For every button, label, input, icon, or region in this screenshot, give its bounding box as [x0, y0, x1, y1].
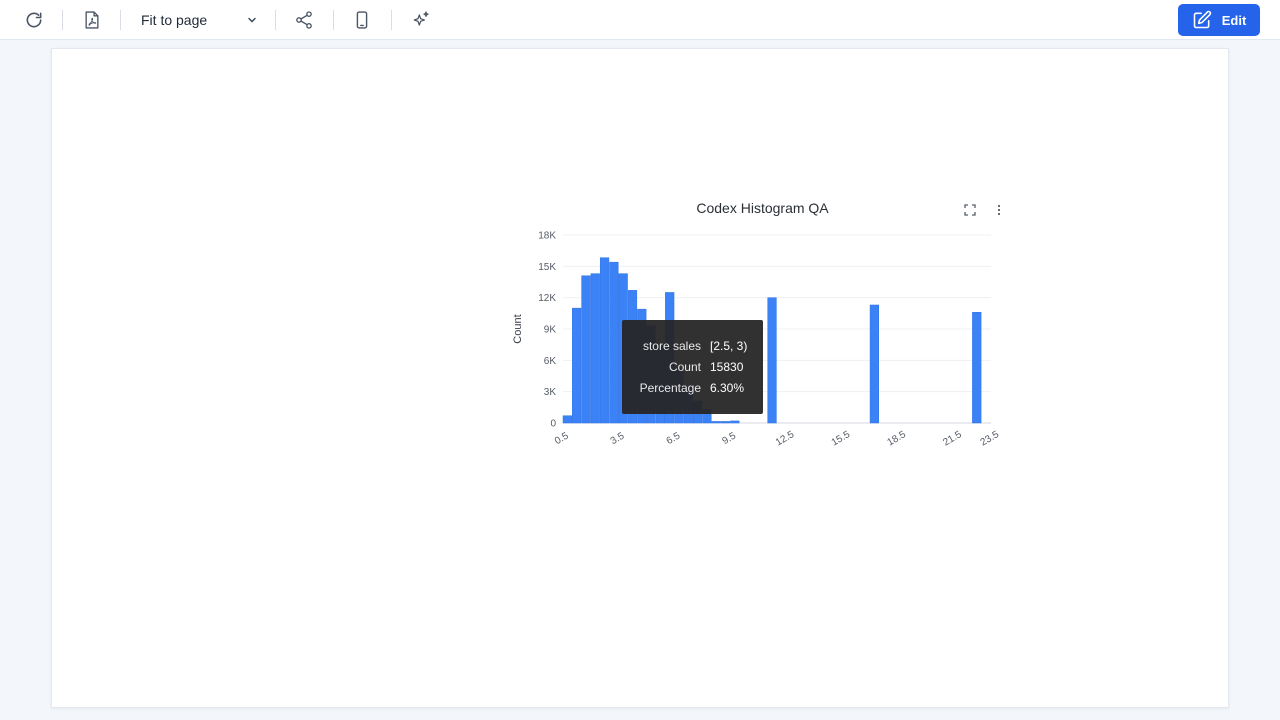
tooltip-label: Count [668, 360, 701, 374]
histogram-bar[interactable] [581, 275, 591, 424]
y-axis-title: Count [512, 314, 524, 343]
y-tick-label: 3K [544, 387, 557, 398]
tooltip-value: 15830 [710, 360, 744, 374]
x-tick-label: 3.5 [609, 430, 627, 447]
x-tick-label: 18.5 [886, 429, 909, 448]
x-tick-label: 21.5 [941, 429, 964, 448]
histogram-bar[interactable] [711, 421, 721, 424]
histogram-bar[interactable] [720, 421, 731, 424]
histogram-bar[interactable] [869, 304, 879, 424]
y-tick-label: 6K [544, 356, 557, 367]
histogram-bar[interactable] [562, 415, 572, 424]
y-tick-label: 0 [550, 419, 556, 430]
tooltip-value: [2.5, 3) [710, 339, 748, 353]
tooltip-row: store sales [2.5, 3) [622, 339, 763, 355]
tooltip-label: Percentage [639, 381, 701, 395]
y-tick-label: 9K [544, 325, 557, 336]
x-tick-label: 12.5 [774, 429, 797, 448]
x-tick-label: 6.5 [665, 430, 683, 447]
tooltip-value: 6.30% [710, 381, 745, 395]
histogram-bar[interactable] [590, 273, 600, 424]
y-tick-label: 12K [538, 293, 556, 304]
tooltip-row: Percentage 6.30% [622, 381, 763, 397]
x-tick-label: 0.5 [553, 430, 571, 447]
tooltip-row: Count 15830 [622, 360, 763, 376]
y-tick-label: 15K [538, 262, 556, 273]
histogram-bar[interactable] [572, 307, 582, 424]
histogram-bar[interactable] [730, 420, 740, 424]
histogram-bar[interactable] [599, 257, 610, 424]
chart-tooltip: store sales [2.5, 3) Count 15830 Percent… [622, 320, 763, 414]
x-tick-label: 15.5 [830, 429, 853, 448]
tooltip-label: store sales [642, 339, 701, 353]
y-tick-label: 18K [538, 231, 556, 242]
x-tick-label: 23.5 [979, 429, 1002, 448]
histogram-bar[interactable] [767, 297, 777, 424]
histogram-bar[interactable] [609, 261, 619, 424]
histogram-bar[interactable] [972, 312, 982, 424]
x-tick-label: 9.5 [720, 430, 738, 447]
